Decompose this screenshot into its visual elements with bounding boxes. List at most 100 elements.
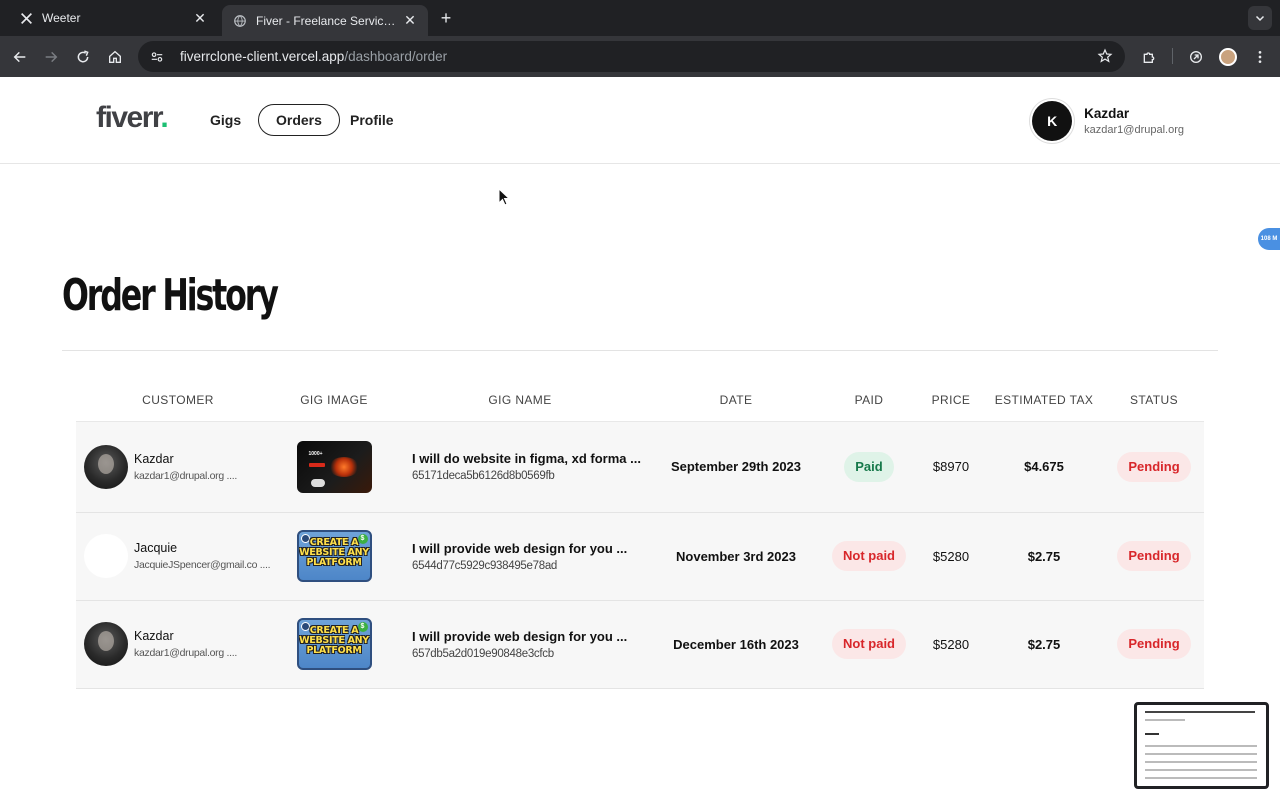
gig-image-cell: 1000+ bbox=[280, 421, 388, 513]
paid-badge: Not paid bbox=[832, 629, 906, 659]
globe-icon bbox=[232, 13, 248, 29]
nav-profile[interactable]: Profile bbox=[332, 104, 412, 136]
back-button[interactable] bbox=[8, 45, 32, 69]
status-cell: Pending bbox=[1104, 512, 1204, 601]
url-host: fiverrclone-client.vercel.app bbox=[180, 49, 345, 64]
customer-cell: Kazdar kazdar1@drupal.org .... bbox=[76, 421, 280, 513]
browser-tab-bar: Weeter ✕ Fiver - Freelance Services Ma ✕… bbox=[0, 0, 1280, 36]
column-header-gig-image: GIG IMAGE bbox=[280, 380, 388, 422]
order-date: September 29th 2023 bbox=[652, 421, 820, 513]
paid-cell: Not paid bbox=[820, 512, 918, 601]
toolbar-divider bbox=[1172, 48, 1173, 64]
table-row[interactable]: Jacquie JacquieJSpencer@gmail.co .... $ … bbox=[76, 512, 1204, 601]
status-badge: Pending bbox=[1117, 629, 1191, 659]
gig-name-cell: I will do website in figma, xd forma ...… bbox=[388, 421, 652, 513]
browser-menu-button[interactable] bbox=[1248, 45, 1272, 69]
tab-title: Weeter bbox=[42, 11, 81, 25]
column-header-date: DATE bbox=[652, 380, 820, 422]
extensions-button[interactable] bbox=[1137, 45, 1161, 69]
customer-name: Jacquie bbox=[134, 541, 178, 555]
mouse-cursor-icon bbox=[498, 188, 510, 206]
gig-thumbnail[interactable]: $ CREATE A WEBSITE ANY PLATFORM bbox=[296, 530, 372, 582]
gig-thumbnail[interactable]: 1000+ bbox=[296, 440, 372, 493]
estimated-tax: $4.675 bbox=[984, 421, 1104, 513]
customer-avatar bbox=[84, 622, 128, 666]
new-tab-button[interactable]: + bbox=[436, 8, 456, 28]
arrow-left-icon bbox=[13, 51, 26, 63]
gig-id: 6544d77c5929c938495e78ad bbox=[412, 559, 558, 572]
reload-button[interactable] bbox=[71, 45, 95, 69]
page-title: Order History bbox=[62, 270, 279, 321]
thumbnail-text: CREATE A WEBSITE ANY PLATFORM bbox=[299, 537, 369, 568]
nav-gigs[interactable]: Gigs bbox=[192, 104, 259, 136]
table-header-row: CUSTOMER GIG IMAGE GIG NAME DATE PAID PR… bbox=[76, 380, 1204, 422]
close-icon[interactable]: ✕ bbox=[402, 12, 418, 29]
puzzle-icon bbox=[1143, 52, 1155, 63]
gig-name[interactable]: I will do website in figma, xd forma ... bbox=[412, 451, 652, 466]
tab-title: Fiver - Freelance Services Ma bbox=[256, 13, 396, 28]
tab-search-button[interactable] bbox=[1248, 6, 1272, 30]
gig-image-cell: $ CREATE A WEBSITE ANY PLATFORM bbox=[280, 512, 388, 601]
user-meta: Kazdar kazdar1@drupal.org bbox=[1084, 106, 1184, 136]
bookmark-star-icon[interactable] bbox=[1097, 48, 1113, 69]
user-name: Kazdar bbox=[1084, 106, 1130, 121]
fiverr-logo[interactable]: fiverr. bbox=[96, 101, 169, 135]
chevron-down-icon bbox=[1255, 15, 1265, 22]
nav-orders[interactable]: Orders bbox=[258, 104, 340, 136]
paid-cell: Not paid bbox=[820, 600, 918, 689]
title-divider bbox=[62, 350, 1218, 351]
user-avatar[interactable]: K bbox=[1032, 101, 1073, 141]
home-icon bbox=[109, 50, 121, 63]
customer-email: JacquieJSpencer@gmail.co .... bbox=[134, 559, 271, 571]
extension-icon bbox=[1190, 51, 1202, 63]
column-header-paid: PAID bbox=[820, 380, 918, 422]
user-email: kazdar1@drupal.org bbox=[1084, 124, 1184, 136]
close-icon[interactable]: ✕ bbox=[192, 10, 208, 27]
estimated-tax: $2.75 bbox=[984, 600, 1104, 689]
home-button[interactable] bbox=[103, 45, 127, 69]
reload-icon bbox=[77, 50, 89, 63]
paid-badge: Paid bbox=[844, 451, 894, 482]
gig-name[interactable]: I will provide web design for you ... bbox=[412, 541, 652, 556]
url-path: /dashboard/order bbox=[344, 49, 448, 64]
column-header-estimated-tax: ESTIMATED TAX bbox=[984, 380, 1104, 422]
site-info-icon[interactable] bbox=[148, 48, 166, 66]
url-text: fiverrclone-client.vercel.app/dashboard/… bbox=[180, 49, 447, 64]
tab-fiver[interactable]: Fiver - Freelance Services Ma ✕ bbox=[222, 5, 428, 36]
order-date: November 3rd 2023 bbox=[652, 512, 820, 601]
paid-cell: Paid bbox=[820, 421, 918, 513]
customer-cell: Jacquie JacquieJSpencer@gmail.co .... bbox=[76, 512, 280, 601]
profile-button[interactable] bbox=[1216, 45, 1240, 69]
order-date: December 16th 2023 bbox=[652, 600, 820, 689]
column-header-gig-name: GIG NAME bbox=[388, 380, 652, 422]
paid-badge: Not paid bbox=[832, 541, 906, 571]
address-bar[interactable]: fiverrclone-client.vercel.app/dashboard/… bbox=[138, 41, 1125, 72]
table-row[interactable]: Kazdar kazdar1@drupal.org .... $ CREATE … bbox=[76, 600, 1204, 689]
extension-floating-badge[interactable]: 108 M bbox=[1258, 228, 1280, 250]
customer-email: kazdar1@drupal.org .... bbox=[134, 647, 237, 659]
gig-name-cell: I will provide web design for you ... 65… bbox=[388, 600, 652, 689]
column-header-price: PRICE bbox=[918, 380, 984, 422]
tab-weeter[interactable]: Weeter ✕ bbox=[8, 5, 218, 31]
profile-avatar bbox=[1219, 48, 1237, 66]
customer-email: kazdar1@drupal.org .... bbox=[134, 469, 237, 482]
column-header-customer: CUSTOMER bbox=[76, 380, 280, 422]
table-row[interactable]: Kazdar kazdar1@drupal.org .... 1000+ I w… bbox=[76, 421, 1204, 513]
orders-table: CUSTOMER GIG IMAGE GIG NAME DATE PAID PR… bbox=[76, 380, 1204, 689]
customer-avatar bbox=[84, 534, 128, 578]
thumbnail-text: 1000+ bbox=[308, 450, 323, 457]
x-logo-icon bbox=[18, 10, 34, 26]
screenshot-preview-thumbnail[interactable] bbox=[1134, 702, 1269, 789]
gig-thumbnail[interactable]: $ CREATE A WEBSITE ANY PLATFORM bbox=[296, 618, 372, 670]
extension-action-button[interactable] bbox=[1184, 45, 1208, 69]
logo-text: fiverr bbox=[96, 101, 162, 134]
status-badge: Pending bbox=[1117, 451, 1191, 482]
gig-id: 657db5a2d019e90848e3cfcb bbox=[412, 647, 554, 660]
user-menu[interactable]: K Kazdar kazdar1@drupal.org bbox=[1032, 101, 1184, 141]
status-cell: Pending bbox=[1104, 421, 1204, 513]
column-header-status: STATUS bbox=[1104, 380, 1204, 422]
forward-button[interactable] bbox=[39, 45, 63, 69]
order-price: $5280 bbox=[918, 512, 984, 601]
gig-name[interactable]: I will provide web design for you ... bbox=[412, 629, 652, 644]
status-cell: Pending bbox=[1104, 600, 1204, 689]
